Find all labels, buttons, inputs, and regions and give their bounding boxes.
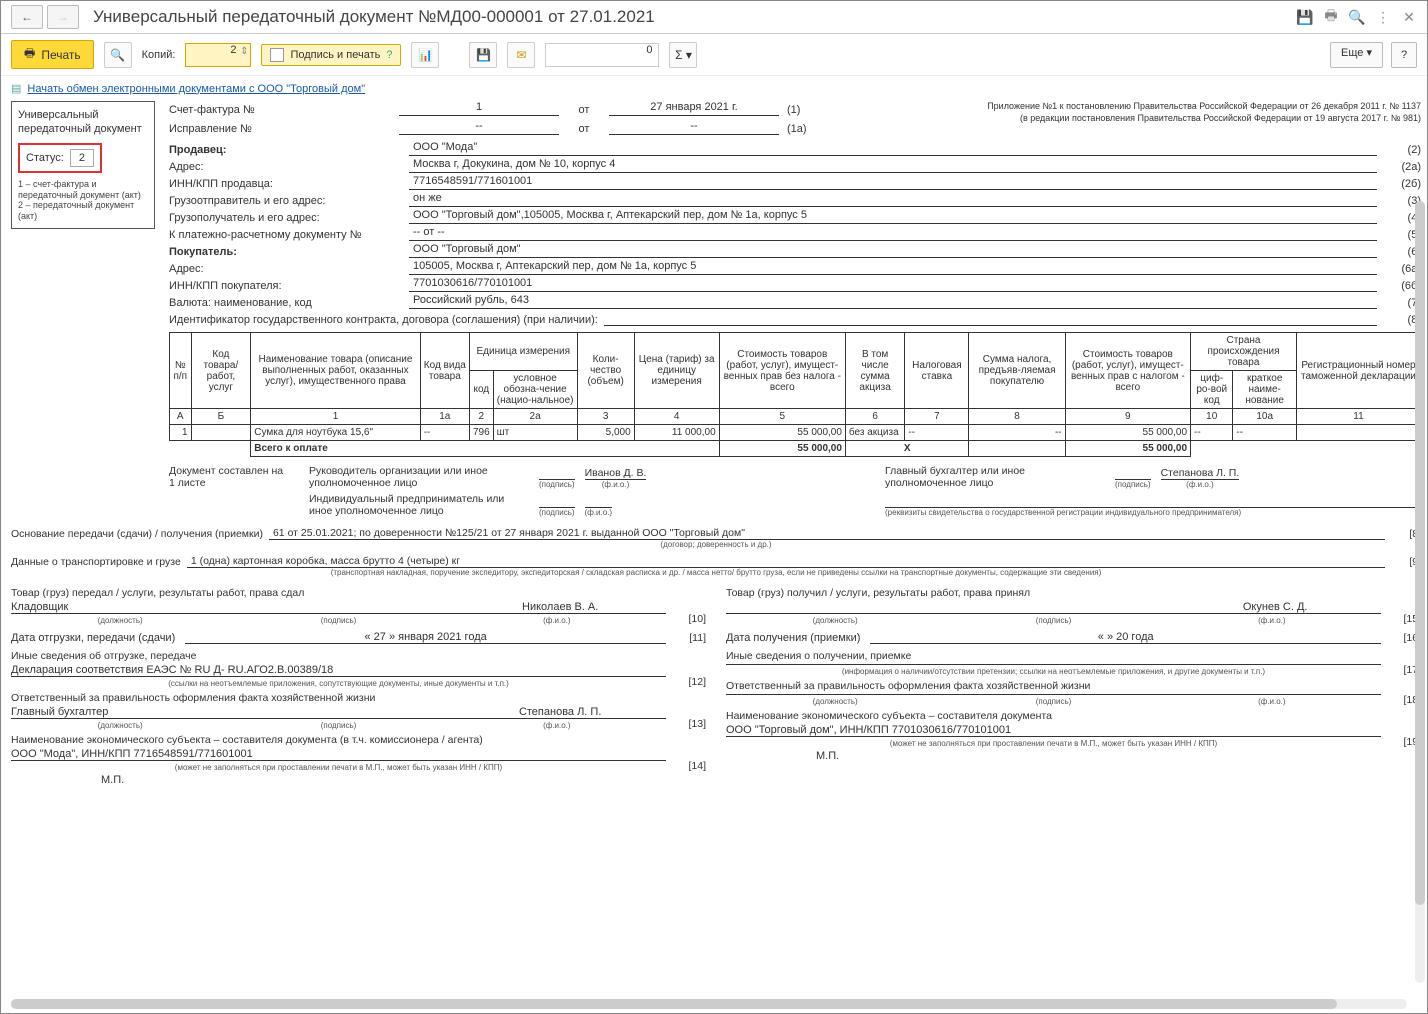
close-icon[interactable]: ✕ bbox=[1401, 9, 1417, 25]
back-button[interactable]: ← bbox=[11, 5, 43, 29]
status-box: Статус: 2 bbox=[18, 143, 102, 173]
transfer-section: Товар (груз) передал / услуги, результат… bbox=[11, 587, 706, 786]
items-table: № п/п Код товара/ работ, услуг Наименова… bbox=[169, 332, 1421, 457]
status-value: 2 bbox=[70, 149, 94, 167]
toolbar: 🖶 Печать 🔍 Копий: 2 Подпись и печать ? 📊… bbox=[1, 34, 1427, 76]
printer-icon: 🖶 bbox=[24, 44, 35, 65]
edo-link[interactable]: Начать обмен электронными документами с … bbox=[27, 83, 365, 95]
sign-print-button[interactable]: Подпись и печать ? bbox=[261, 44, 401, 66]
status-note: 1 – счет-фактура и передаточный документ… bbox=[18, 179, 148, 222]
zoom-button[interactable]: 🔍 bbox=[104, 42, 132, 68]
kebab-icon[interactable]: ⋮ bbox=[1375, 9, 1391, 25]
status-panel: Универсальный передаточный документ Стат… bbox=[11, 101, 155, 229]
preview-icon[interactable]: 🔍 bbox=[1349, 9, 1365, 25]
more-button[interactable]: Еще ▾ bbox=[1330, 42, 1383, 68]
sigma-button[interactable]: Σ ▾ bbox=[669, 42, 697, 68]
mail-button[interactable]: ✉ bbox=[507, 42, 535, 68]
print-button[interactable]: 🖶 Печать bbox=[11, 40, 94, 69]
forward-button[interactable]: → bbox=[47, 5, 79, 29]
print-icon[interactable]: 🖶 bbox=[1323, 9, 1339, 25]
linkbar: ▤ Начать обмен электронными документами … bbox=[1, 76, 1427, 101]
table-row: 1Сумка для ноутбука 15,6"--796шт5,00011 … bbox=[170, 425, 1421, 441]
window: ← → Универсальный передаточный документ … bbox=[0, 0, 1428, 1014]
number-input[interactable]: 0 bbox=[545, 43, 659, 67]
receive-section: Товар (груз) получил / услуги, результат… bbox=[726, 587, 1421, 786]
chart-button[interactable]: 📊 bbox=[411, 42, 439, 68]
sign-checkbox-icon bbox=[270, 48, 284, 62]
help-icon: ? bbox=[386, 49, 392, 61]
doc-type-label: Универсальный передаточный документ bbox=[18, 108, 148, 137]
invoice-date: 27 января 2021 г. bbox=[609, 101, 779, 116]
horizontal-scrollbar[interactable] bbox=[11, 999, 1407, 1009]
copies-label: Копий: bbox=[142, 49, 176, 61]
help-button[interactable]: ? bbox=[1391, 42, 1417, 68]
disk-button[interactable]: 💾 bbox=[469, 42, 497, 68]
edo-icon: ▤ bbox=[11, 82, 21, 95]
window-title: Универсальный передаточный документ №МД0… bbox=[93, 7, 1297, 27]
save-icon[interactable]: 💾 bbox=[1297, 9, 1313, 25]
invoice-no: 1 bbox=[399, 101, 559, 116]
titlebar: ← → Универсальный передаточный документ … bbox=[1, 1, 1427, 34]
copies-input[interactable]: 2 bbox=[185, 43, 251, 67]
main-document: Счет-фактура № 1 от 27 января 2021 г. (1… bbox=[169, 101, 1421, 521]
vertical-scrollbar[interactable] bbox=[1415, 201, 1425, 983]
document-area: Универсальный передаточный документ Стат… bbox=[1, 101, 1427, 1013]
